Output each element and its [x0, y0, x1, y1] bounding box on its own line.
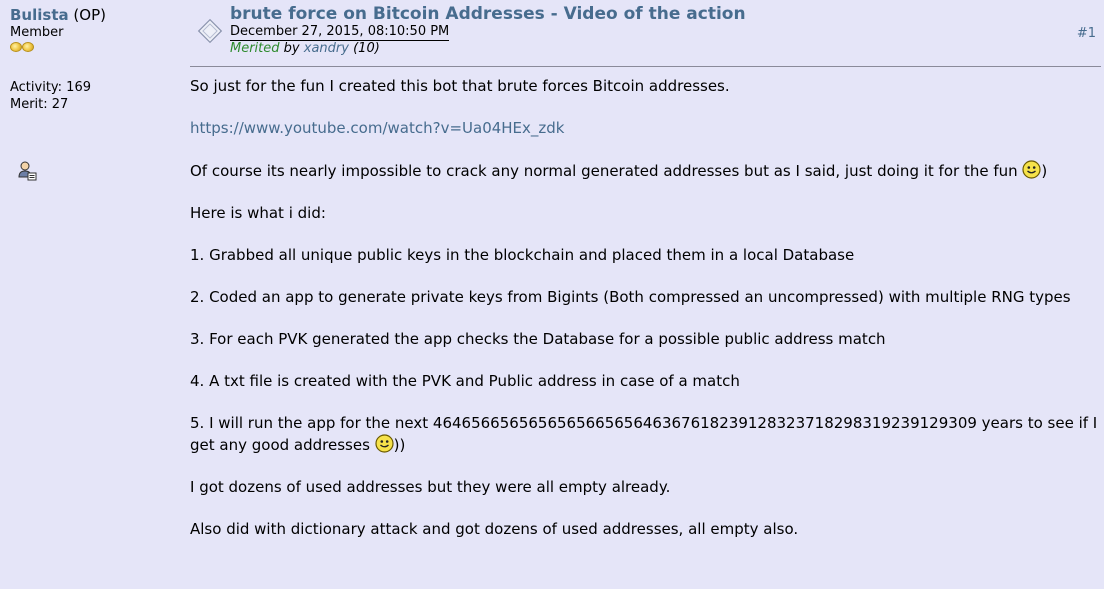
merit-count: Merit: 27: [10, 97, 69, 112]
poster-info: Bulista (OP) Member Activity: 169 Merit:…: [10, 5, 180, 181]
post-title-link[interactable]: brute force on Bitcoin Addresses - Video…: [230, 4, 746, 24]
smiley-icon: [375, 434, 394, 453]
post-body: So just for the fun I created this bot t…: [190, 76, 1102, 561]
topic-icon: [196, 17, 224, 45]
merit-user-link[interactable]: xandry: [304, 41, 349, 56]
merit-amount: (10): [353, 41, 380, 56]
post-paragraph: Also did with dictionary attack and got …: [190, 520, 799, 538]
youtube-link[interactable]: https://www.youtube.com/watch?v=Ua04HEx_…: [190, 119, 565, 137]
post-paragraph: 2. Coded an app to generate private keys…: [190, 288, 1071, 306]
post-paragraph: 3. For each PVK generated the app checks…: [190, 330, 886, 348]
paragraph-tail: )): [393, 436, 406, 454]
post-paragraph: Of course its nearly impossible to crack…: [190, 160, 1102, 182]
post-paragraph: 4. A txt file is created with the PVK an…: [190, 372, 740, 390]
poster-rank: Member: [10, 25, 64, 40]
header-divider: [190, 66, 1101, 67]
coin-icon: [10, 42, 22, 52]
profile-icon[interactable]: [16, 160, 38, 182]
post-paragraph: So just for the fun I created this bot t…: [190, 77, 730, 95]
paragraph-text: 5. I will run the app for the next 46465…: [190, 414, 1098, 454]
post-number-link[interactable]: #1: [1077, 26, 1096, 41]
post-paragraph: 1. Grabbed all unique public keys in the…: [190, 246, 855, 264]
op-tag: (OP): [73, 6, 106, 24]
merited-by: by: [283, 41, 300, 56]
smiley-icon: [1022, 160, 1042, 179]
poster-name-link[interactable]: Bulista: [10, 6, 69, 24]
rank-coins: [10, 42, 180, 52]
post-paragraph: Here is what i did:: [190, 204, 326, 222]
post-date: December 27, 2015, 08:10:50 PM: [230, 24, 450, 41]
paragraph-tail: ): [1041, 162, 1048, 180]
forum-post: Bulista (OP) Member Activity: 169 Merit:…: [0, 0, 1104, 589]
paragraph-text: Of course its nearly impossible to crack…: [190, 162, 1018, 180]
post-paragraph: 5. I will run the app for the next 46465…: [190, 413, 1102, 456]
poster-name-line: Bulista (OP): [10, 5, 180, 25]
poster-stats: Activity: 169 Merit: 27: [10, 79, 180, 113]
merit-line: Merited by xandry (10): [230, 40, 380, 57]
post-paragraph: I got dozens of used addresses but they …: [190, 478, 671, 496]
activity-count: Activity: 169: [10, 80, 91, 95]
coin-icon: [22, 42, 34, 52]
merited-label: Merited: [230, 41, 280, 56]
post-paragraph: https://www.youtube.com/watch?v=Ua04HEx_…: [190, 118, 1102, 139]
post-header: brute force on Bitcoin Addresses - Video…: [190, 0, 1100, 66]
